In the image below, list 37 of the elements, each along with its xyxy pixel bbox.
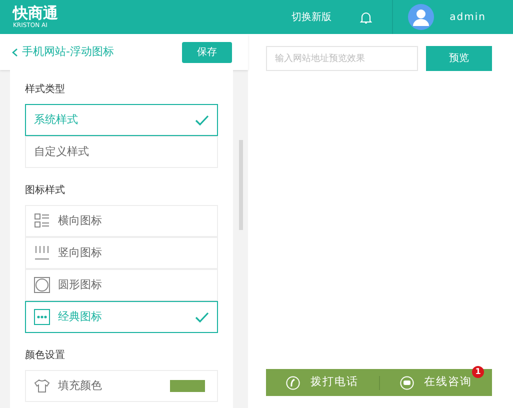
style-option[interactable]: 圆形图标 xyxy=(25,269,218,301)
columns-icon xyxy=(34,245,50,261)
option-label: 经典图标 xyxy=(58,308,103,325)
back-link[interactable]: 手机网站-浮动图标 xyxy=(12,44,114,60)
chat-icon xyxy=(400,376,414,390)
style-option[interactable]: 自定义样式 xyxy=(25,136,218,168)
circle-icon xyxy=(34,277,50,293)
style-option[interactable]: 竖向图标 xyxy=(25,237,218,269)
color-swatch[interactable] xyxy=(170,380,205,392)
style-option[interactable]: 经典图标 xyxy=(25,301,218,333)
logo-text: 快商通 xyxy=(13,6,58,20)
option-label: 系统样式 xyxy=(34,112,79,128)
section-title: 颜色设置 xyxy=(25,348,66,363)
back-icon xyxy=(12,48,18,56)
list-icon xyxy=(34,213,50,229)
option-label: 竖向图标 xyxy=(58,244,103,261)
shirt-icon xyxy=(34,379,50,393)
option-label: 圆形图标 xyxy=(58,276,103,293)
option-label: 填充颜色 xyxy=(58,378,103,394)
phone-icon xyxy=(286,376,300,390)
style-option[interactable]: 横向图标 xyxy=(25,205,218,237)
avatar-icon[interactable] xyxy=(408,4,434,30)
notification-badge: 1 xyxy=(472,366,484,378)
option-label: 自定义样式 xyxy=(34,144,90,160)
switch-version-link[interactable]: 切换新版 xyxy=(292,10,332,24)
option-label: 横向图标 xyxy=(58,212,103,229)
style-option[interactable]: 系统样式 xyxy=(25,104,218,136)
consult-label[interactable]: 在线咨询 xyxy=(424,374,472,391)
url-input[interactable]: 输入网站地址预览效果 xyxy=(266,46,418,71)
section-title: 样式类型 xyxy=(25,82,66,97)
username: admin xyxy=(450,10,486,24)
section-title: 图标样式 xyxy=(25,184,66,198)
bell-icon[interactable] xyxy=(360,10,372,24)
preview-button[interactable]: 预览 xyxy=(426,46,492,71)
save-button[interactable]: 保存 xyxy=(182,42,232,62)
dots-icon xyxy=(34,309,50,325)
call-label[interactable]: 拨打电话 xyxy=(310,374,358,391)
